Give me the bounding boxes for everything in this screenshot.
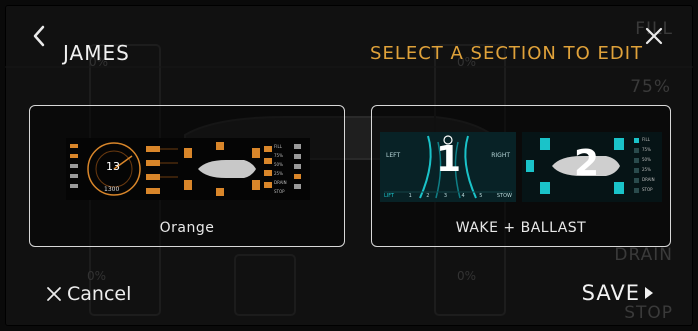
wake-step: LIFT <box>384 193 395 199</box>
wake-right-label: RIGHT <box>491 152 510 159</box>
save-button[interactable]: SAVE <box>582 281 655 305</box>
level-tag: STOP <box>642 187 653 192</box>
orange-preview-thumbnail: 13 1300 FILL 75% 50% 25% DRAIN STOP <box>66 138 310 200</box>
level-tag: STOP <box>274 189 285 194</box>
ballast-section-number: 2 <box>574 143 600 184</box>
x-icon <box>47 287 61 301</box>
ghost-stop-label: STOP <box>624 303 673 323</box>
level-tag: 75% <box>274 153 283 158</box>
edit-sections-dialog: FILL 75% DRAIN STOP 0% 0% 0% 0% JAMES SE… <box>5 5 693 326</box>
wake-step-row: LIFT 1 2 3 4 5 STOW <box>384 193 512 199</box>
level-tag: 25% <box>274 171 283 176</box>
section-card-label: Orange <box>159 220 215 236</box>
wake-left-label: LEFT <box>386 152 401 159</box>
section-card-wake-ballast[interactable]: LEFT RIGHT 1 LIFT 1 2 3 4 5 STOW 2 FILL … <box>371 105 671 247</box>
wake-step: 2 <box>426 193 430 199</box>
wake-step: STOW <box>496 193 512 199</box>
level-tag: 50% <box>642 157 651 162</box>
ghost-drain-label: DRAIN <box>614 245 673 265</box>
level-tag: FILL <box>642 137 650 142</box>
section-card-orange[interactable]: 13 1300 FILL 75% 50% 25% DRAIN STOP Oran… <box>29 105 345 247</box>
chevron-left-icon <box>33 25 45 47</box>
wake-step: 4 <box>461 193 465 199</box>
save-button-label: SAVE <box>581 281 640 305</box>
page-instruction: SELECT A SECTION TO EDIT <box>370 43 643 64</box>
close-button[interactable] <box>643 25 665 47</box>
ghost-75-label: 75% <box>630 77 671 97</box>
close-icon <box>645 27 663 45</box>
play-arrow-icon <box>645 287 653 299</box>
level-tag: 50% <box>274 162 283 167</box>
cancel-button[interactable]: Cancel <box>45 283 131 305</box>
cancel-button-label: Cancel <box>67 283 132 305</box>
profile-name: JAMES <box>63 41 130 65</box>
back-button[interactable] <box>29 21 51 51</box>
level-tag: FILL <box>274 144 282 149</box>
level-tag: DRAIN <box>642 177 655 182</box>
wake-step: 5 <box>479 193 483 199</box>
ballast-preview-thumbnail: 2 FILL 75% 50% 25% DRAIN STOP <box>522 132 662 202</box>
wake-preview-thumbnail: LEFT RIGHT 1 LIFT 1 2 3 4 5 STOW <box>380 132 516 202</box>
rpm-readout: 1300 <box>104 186 120 193</box>
wake-step: 3 <box>443 193 448 199</box>
ghost-pct-label: 0% <box>457 269 477 283</box>
section-card-label: WAKE + BALLAST <box>455 220 587 236</box>
level-tag: 75% <box>642 147 651 152</box>
ghost-pct-label: 0% <box>87 269 107 283</box>
level-tag: DRAIN <box>274 180 287 185</box>
level-tag: 25% <box>642 167 651 172</box>
wake-section-number: 1 <box>436 139 462 180</box>
wake-step: 1 <box>408 193 412 199</box>
speed-readout: 13 <box>106 160 120 173</box>
